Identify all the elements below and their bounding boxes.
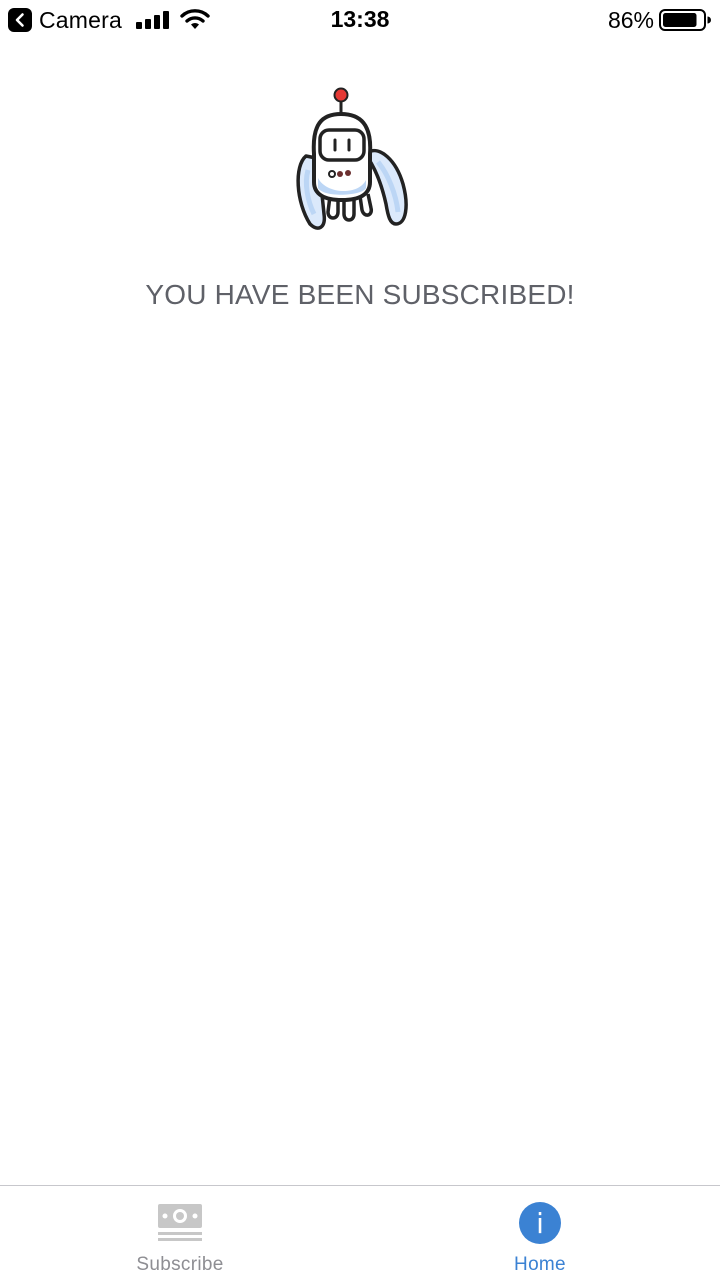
- tab-subscribe[interactable]: Subscribe: [0, 1186, 360, 1280]
- robot-mascot-icon: [296, 87, 408, 230]
- battery-percentage: 86%: [607, 7, 654, 33]
- subscription-success-message: YOU HAVE BEEN SUBSCRIBED!: [145, 279, 575, 310]
- tab-subscribe-label: Subscribe: [136, 1254, 224, 1275]
- tab-home-label: Home: [514, 1254, 566, 1275]
- subscription-confirmation-screen: Camera 13:38 86% YOU HAVE BEEN SUBSCRIBE…: [0, 0, 720, 1280]
- tab-home[interactable]: i Home: [360, 1186, 720, 1280]
- money-icon: [158, 1204, 202, 1241]
- info-icon: i: [519, 1202, 561, 1244]
- tab-bar: Subscribe i Home: [0, 1185, 720, 1280]
- battery-icon: [659, 9, 711, 31]
- status-bar: Camera 13:38 86%: [0, 0, 720, 40]
